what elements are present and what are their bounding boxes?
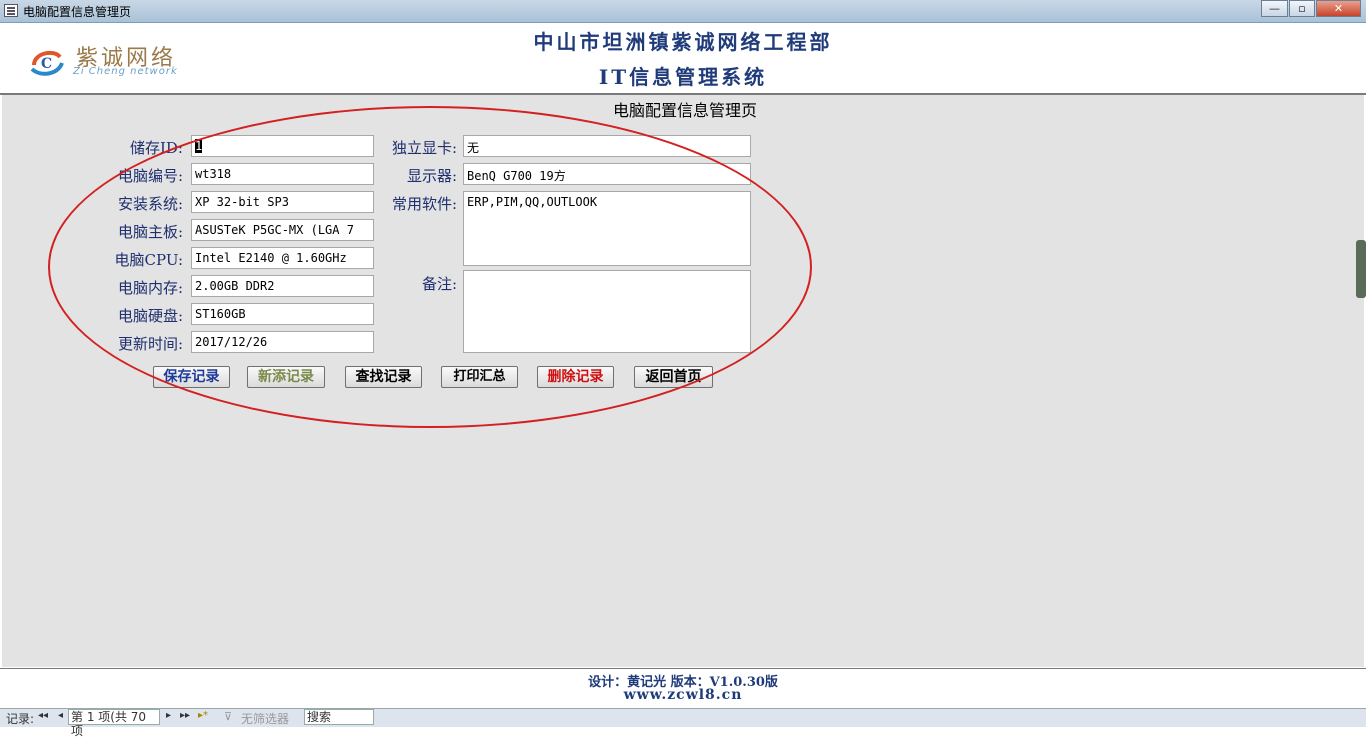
gpu-field[interactable]: 无 <box>463 135 751 157</box>
id-field[interactable]: 1 <box>191 135 374 157</box>
delete-record-button[interactable]: 删除记录 <box>537 366 614 388</box>
filter-icon: ⊽ <box>224 710 233 723</box>
remark-field[interactable] <box>463 270 751 353</box>
save-record-button[interactable]: 保存记录 <box>153 366 230 388</box>
software-field[interactable]: ERP,PIM,QQ,OUTLOOK <box>463 191 751 266</box>
last-record-icon[interactable]: ▸▸ <box>180 710 190 721</box>
form-icon <box>4 4 18 17</box>
scroll-grip[interactable] <box>1356 240 1366 298</box>
search-input[interactable]: 搜索 <box>304 709 374 725</box>
os-field[interactable]: XP 32-bit SP3 <box>191 191 374 213</box>
code-field[interactable]: wt318 <box>191 163 374 185</box>
label-motherboard: 电脑主板: <box>117 223 183 241</box>
first-record-icon[interactable]: ◂◂ <box>38 710 48 721</box>
label-updated: 更新时间: <box>117 335 183 353</box>
window-title: 电脑配置信息管理页 <box>23 5 132 19</box>
app-header: C 紫诚网络 Zi Cheng network 中山市坦洲镇紫诚网络工程部 IT… <box>0 23 1366 95</box>
label-disk: 电脑硬盘: <box>117 307 183 325</box>
label-id: 储存ID: <box>129 139 183 157</box>
label-monitor: 显示器: <box>406 167 457 185</box>
motherboard-field[interactable]: ASUSTeK P5GC-MX (LGA 7 <box>191 219 374 241</box>
window-titlebar: 电脑配置信息管理页 — ▫ ✕ <box>0 0 1366 23</box>
label-cpu: 电脑CPU: <box>114 251 183 269</box>
label-software: 常用软件: <box>391 195 457 213</box>
cpu-field[interactable]: Intel E2140 @ 1.60GHz <box>191 247 374 269</box>
label-os: 安装系统: <box>117 195 183 213</box>
new-record-icon[interactable]: ▸* <box>198 710 208 721</box>
system-title: IT信息管理系统 <box>598 65 768 89</box>
record-label: 记录: <box>6 712 35 726</box>
maximize-button[interactable]: ▫ <box>1289 0 1315 17</box>
record-navigator: 记录: ◂◂ ◂ 第 1 项(共 70 项 ▸ ▸▸ ▸* ⊽ 无筛选器 搜索 <box>0 708 1366 738</box>
prev-record-icon[interactable]: ◂ <box>58 710 63 721</box>
no-filter-label[interactable]: 无筛选器 <box>241 710 289 727</box>
footer-website: www.zcwl8.cn <box>623 687 743 703</box>
id-field-value: 1 <box>195 139 203 153</box>
label-ram: 电脑内存: <box>117 279 183 297</box>
app-footer: 设计：黄记光 版本：V1.0.30版 www.zcwl8.cn <box>0 668 1366 709</box>
label-code: 电脑编号: <box>117 167 183 185</box>
label-gpu: 独立显卡: <box>391 139 457 157</box>
updated-field[interactable]: 2017/12/26 <box>191 331 374 353</box>
minimize-button[interactable]: — <box>1261 0 1288 17</box>
next-record-icon[interactable]: ▸ <box>166 710 171 721</box>
monitor-field[interactable]: BenQ G700 19方 <box>463 163 751 185</box>
find-record-button[interactable]: 查找记录 <box>345 366 422 388</box>
label-remark: 备注: <box>421 275 457 293</box>
ram-field[interactable]: 2.00GB DDR2 <box>191 275 374 297</box>
return-home-button[interactable]: 返回首页 <box>634 366 713 388</box>
company-title: 中山市坦洲镇紫诚网络工程部 <box>533 30 833 54</box>
page-title: 电脑配置信息管理页 <box>612 101 757 120</box>
print-summary-button[interactable]: 打印汇总 <box>441 366 518 388</box>
new-record-button[interactable]: 新添记录 <box>247 366 325 388</box>
disk-field[interactable]: ST160GB <box>191 303 374 325</box>
current-record-field[interactable]: 第 1 项(共 70 项 <box>68 709 160 738</box>
close-button[interactable]: ✕ <box>1316 0 1361 17</box>
